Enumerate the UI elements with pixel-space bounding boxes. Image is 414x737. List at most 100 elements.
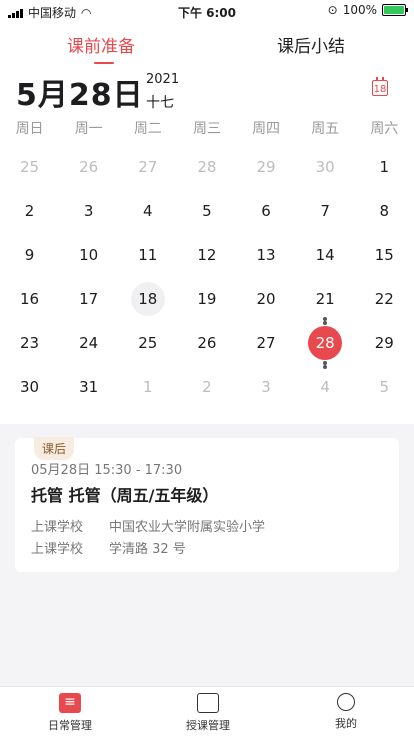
event-dot xyxy=(323,321,328,325)
calendar-day[interactable]: 29 xyxy=(355,321,414,365)
battery-percent: 100% xyxy=(342,3,377,17)
today-calendar-icon[interactable]: 18 xyxy=(372,77,388,96)
calendar-day[interactable]: 27 xyxy=(237,321,296,365)
calendar-week: 23 24 25 26 27 28 29 xyxy=(0,321,414,365)
address-row: 上课学校 学清路 32 号 xyxy=(31,538,186,557)
day-number: 31 xyxy=(79,378,99,396)
day-number: 26 xyxy=(197,334,217,352)
day-number: 17 xyxy=(79,290,99,308)
day-number: 8 xyxy=(379,202,390,220)
calendar-day[interactable]: 30 xyxy=(0,365,59,409)
day-number: 14 xyxy=(315,246,335,264)
calendar-day[interactable]: 5 xyxy=(177,189,236,233)
day-number: 27 xyxy=(256,334,276,352)
day-number: 12 xyxy=(197,246,217,264)
calendar-day[interactable]: 22 xyxy=(355,277,414,321)
calendar-day[interactable]: 6 xyxy=(237,189,296,233)
tab-daily-management[interactable]: 日常管理 xyxy=(35,693,105,733)
selected-date: 5月28日 xyxy=(16,78,144,113)
weekday-header: 周日 周一 周二 周三 周四 周五 周六 xyxy=(0,118,414,138)
day-number: 19 xyxy=(197,290,217,308)
calendar-day-today[interactable]: 18 xyxy=(118,277,177,321)
calendar-day[interactable]: 30 xyxy=(296,145,355,189)
calendar-grid: 25 26 27 28 29 30 1 2 3 4 5 6 7 8 9 10 11 12 13 14 15 16 17 18 1… xyxy=(0,145,414,409)
weekday-label: 周三 xyxy=(192,121,221,137)
address-value: 学清路 32 号 xyxy=(109,542,186,557)
calendar-day-selected[interactable]: 28 xyxy=(296,321,355,365)
bottom-tab-bar: 日常管理 授课管理 我的 xyxy=(0,686,414,737)
user-icon xyxy=(337,693,355,711)
calendar-day[interactable]: 13 xyxy=(237,233,296,277)
tab-mine[interactable]: 我的 xyxy=(311,693,381,731)
calendar-day[interactable]: 19 xyxy=(177,277,236,321)
year-label: 2021 xyxy=(146,72,180,87)
weekday-label: 周五 xyxy=(311,121,340,137)
lunar-date: 十七 xyxy=(146,95,174,111)
day-number: 10 xyxy=(79,246,99,264)
calendar-week: 9 10 11 12 13 14 15 xyxy=(0,233,414,277)
day-number: 22 xyxy=(374,290,394,308)
calendar-day[interactable]: 9 xyxy=(0,233,59,277)
calendar-week: 25 26 27 28 29 30 1 xyxy=(0,145,414,189)
course-list: 课后 05月28日 15:30 - 17:30 托管 托管（周五/五年级） 上课… xyxy=(0,424,414,686)
day-number: 21 xyxy=(315,290,335,308)
calendar-day[interactable]: 28 xyxy=(177,145,236,189)
calendar-week: 16 17 18 19 20 21 22 xyxy=(0,277,414,321)
calendar-day[interactable]: 24 xyxy=(59,321,118,365)
calendar-week: 2 3 4 5 6 7 8 xyxy=(0,189,414,233)
day-number: 26 xyxy=(79,158,99,176)
calendar-day[interactable]: 17 xyxy=(59,277,118,321)
calendar-day[interactable]: 25 xyxy=(118,321,177,365)
day-number: 30 xyxy=(20,378,40,396)
calendar-day[interactable]: 11 xyxy=(118,233,177,277)
calendar-day[interactable]: 4 xyxy=(118,189,177,233)
calendar-day[interactable]: 3 xyxy=(237,365,296,409)
day-number: 3 xyxy=(83,202,94,220)
tab-daily-management-label: 日常管理 xyxy=(48,719,92,732)
calendar-day[interactable]: 8 xyxy=(355,189,414,233)
calendar-day[interactable]: 2 xyxy=(177,365,236,409)
calendar-day[interactable]: 5 xyxy=(355,365,414,409)
tab-post-class[interactable]: 课后小结 xyxy=(277,32,345,57)
day-number: 2 xyxy=(202,378,212,396)
calendar-day[interactable]: 1 xyxy=(118,365,177,409)
calendar-day[interactable]: 26 xyxy=(177,321,236,365)
day-number: 3 xyxy=(261,378,271,396)
day-number: 13 xyxy=(256,246,276,264)
day-number: 30 xyxy=(315,158,335,176)
calendar-day[interactable]: 4 xyxy=(296,365,355,409)
calendar-day[interactable]: 3 xyxy=(59,189,118,233)
calendar-day[interactable]: 25 xyxy=(0,145,59,189)
calendar-day[interactable]: 26 xyxy=(59,145,118,189)
tab-teaching-management[interactable]: 授课管理 xyxy=(173,693,243,733)
calendar-day[interactable]: 12 xyxy=(177,233,236,277)
calendar-day[interactable]: 16 xyxy=(0,277,59,321)
day-number: 25 xyxy=(20,158,40,176)
tab-indicator xyxy=(94,62,114,64)
calendar-day[interactable]: 14 xyxy=(296,233,355,277)
calendar-day[interactable]: 1 xyxy=(355,145,414,189)
tab-mine-label: 我的 xyxy=(335,717,357,730)
day-number: 1 xyxy=(143,378,153,396)
day-number: 29 xyxy=(256,158,276,176)
calendar-week: 30 31 1 2 3 4 5 xyxy=(0,365,414,409)
segment-tabs: 课前准备 课后小结 xyxy=(0,22,414,64)
calendar-day[interactable]: 23 xyxy=(0,321,59,365)
calendar-day[interactable]: 29 xyxy=(237,145,296,189)
calendar-day[interactable]: 27 xyxy=(118,145,177,189)
day-number: 28 xyxy=(197,158,217,176)
calendar-day[interactable]: 31 xyxy=(59,365,118,409)
day-number: 15 xyxy=(374,246,394,264)
course-card[interactable]: 课后 05月28日 15:30 - 17:30 托管 托管（周五/五年级） 上课… xyxy=(15,437,399,572)
weekday-label: 周二 xyxy=(133,121,162,137)
weekday-label: 周日 xyxy=(15,121,44,137)
calendar-day[interactable]: 7 xyxy=(296,189,355,233)
calendar-day[interactable]: 2 xyxy=(0,189,59,233)
course-tag: 课后 xyxy=(34,437,75,460)
calendar-day[interactable]: 20 xyxy=(237,277,296,321)
calendar-day[interactable]: 21 xyxy=(296,277,355,321)
calendar-day[interactable]: 15 xyxy=(355,233,414,277)
tab-pre-class[interactable]: 课前准备 xyxy=(67,32,135,57)
daily-management-icon xyxy=(59,693,81,713)
calendar-day[interactable]: 10 xyxy=(59,233,118,277)
